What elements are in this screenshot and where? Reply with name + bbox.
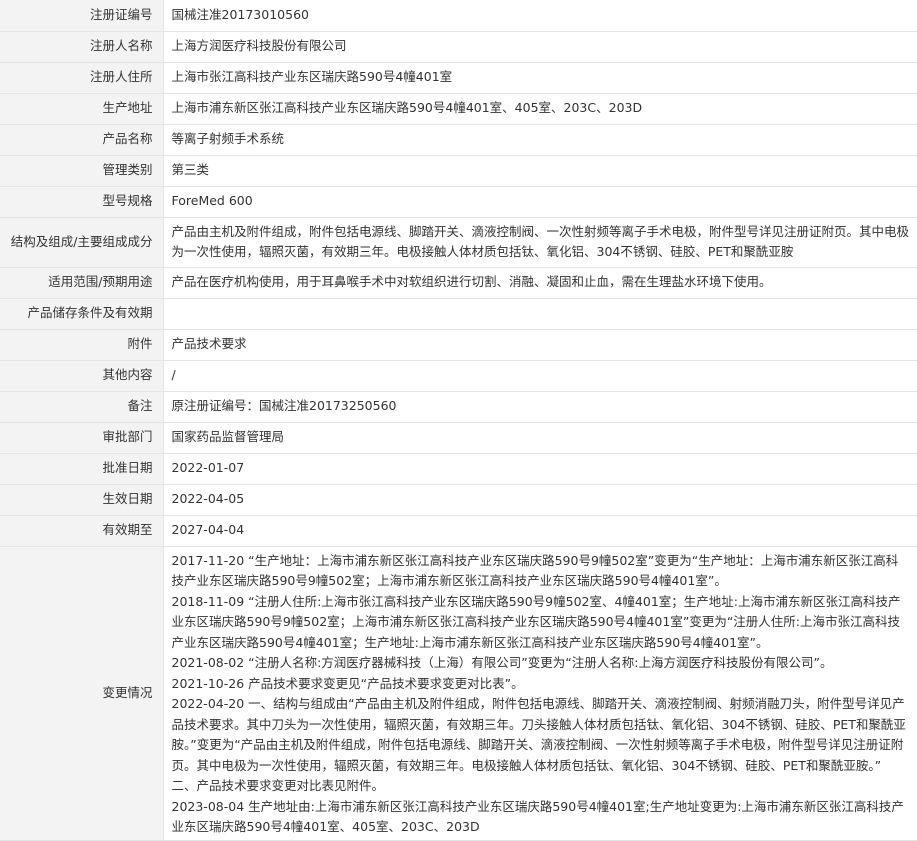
value-production-address: 上海市浦东新区张江高科技产业东区瑞庆路590号4幢401室、405室、203C、…	[163, 93, 917, 125]
row-other-content: 其他内容 /	[0, 360, 917, 392]
change-entry: 2018-11-09 “注册人住所:上海市张江高科技产业东区瑞庆路590号9幢5…	[171, 593, 901, 650]
label-registrant-name: 注册人名称	[0, 31, 164, 63]
row-management-category: 管理类别 第三类	[0, 155, 917, 187]
label-storage-conditions: 产品储存条件及有效期	[0, 298, 164, 330]
row-change-history: 变更情况 2017-11-20 “生产地址：上海市浦东新区张江高科技产业东区瑞庆…	[0, 546, 917, 841]
change-entry: 2021-10-26 产品技术要求变更见“产品技术要求变更对比表”。	[171, 675, 524, 691]
value-expiry-date: 2027-04-04	[163, 515, 917, 547]
value-intended-use: 产品在医疗机构使用，用于耳鼻喉手术中对软组织进行切割、消融、凝固和止血，需在生理…	[163, 267, 917, 299]
label-other-content: 其他内容	[0, 360, 164, 392]
value-management-category: 第三类	[163, 155, 917, 187]
value-effective-date: 2022-04-05	[163, 484, 917, 516]
change-entry: 2017-11-20 “生产地址：上海市浦东新区张江高科技产业东区瑞庆路590号…	[171, 552, 899, 589]
row-intended-use: 适用范围/预期用途 产品在医疗机构使用，用于耳鼻喉手术中对软组织进行切割、消融、…	[0, 267, 917, 299]
row-structure-composition: 结构及组成/主要组成成分 产品由主机及附件组成，附件包括电源线、脚踏开关、滴液控…	[0, 217, 917, 268]
label-effective-date: 生效日期	[0, 484, 164, 516]
label-management-category: 管理类别	[0, 155, 164, 187]
value-remarks: 原注册证编号：国械注准20173250560	[163, 391, 917, 423]
label-intended-use: 适用范围/预期用途	[0, 267, 164, 299]
value-structure-composition: 产品由主机及附件组成，附件包括电源线、脚踏开关、滴液控制阀、一次性射频等离子手术…	[163, 217, 917, 268]
value-registration-number: 国械注准20173010560	[163, 0, 917, 32]
value-attachment: 产品技术要求	[163, 329, 917, 361]
label-remarks: 备注	[0, 391, 164, 423]
row-production-address: 生产地址 上海市浦东新区张江高科技产业东区瑞庆路590号4幢401室、405室、…	[0, 93, 917, 125]
label-approval-department: 审批部门	[0, 422, 164, 454]
label-product-name: 产品名称	[0, 124, 164, 156]
label-production-address: 生产地址	[0, 93, 164, 125]
row-approval-department: 审批部门 国家药品监督管理局	[0, 422, 917, 454]
value-approval-department: 国家药品监督管理局	[163, 422, 917, 454]
row-model-spec: 型号规格 ForeMed 600	[0, 186, 917, 218]
value-model-spec: ForeMed 600	[163, 186, 917, 218]
row-registrant-address: 注册人住所 上海市张江高科技产业东区瑞庆路590号4幢401室	[0, 62, 917, 94]
label-attachment: 附件	[0, 329, 164, 361]
value-other-content: /	[163, 360, 917, 392]
row-registration-number: 注册证编号 国械注准20173010560	[0, 0, 917, 32]
registration-table: 注册证编号 国械注准20173010560 注册人名称 上海方润医疗科技股份有限…	[0, 0, 917, 841]
label-approval-date: 批准日期	[0, 453, 164, 485]
change-entry: 2022-04-20 一、结构与组成由“产品由主机及附件组成，附件包括电源线、脚…	[171, 696, 906, 773]
label-registration-number: 注册证编号	[0, 0, 164, 32]
value-product-name: 等离子射频手术系统	[163, 124, 917, 156]
value-approval-date: 2022-01-07	[163, 453, 917, 485]
label-change-history: 变更情况	[0, 546, 164, 841]
row-effective-date: 生效日期 2022-04-05	[0, 484, 917, 516]
label-expiry-date: 有效期至	[0, 515, 164, 547]
row-approval-date: 批准日期 2022-01-07	[0, 453, 917, 485]
row-expiry-date: 有效期至 2027-04-04	[0, 515, 917, 547]
value-change-history: 2017-11-20 “生产地址：上海市浦东新区张江高科技产业东区瑞庆路590号…	[163, 546, 917, 841]
value-registrant-address: 上海市张江高科技产业东区瑞庆路590号4幢401室	[163, 62, 917, 94]
value-storage-conditions	[163, 298, 917, 330]
row-product-name: 产品名称 等离子射频手术系统	[0, 124, 917, 156]
row-attachment: 附件 产品技术要求	[0, 329, 917, 361]
row-remarks: 备注 原注册证编号：国械注准20173250560	[0, 391, 917, 423]
label-registrant-address: 注册人住所	[0, 62, 164, 94]
label-model-spec: 型号规格	[0, 186, 164, 218]
change-entry: 2021-08-02 “注册人名称:方润医疗器械科技（上海）有限公司”变更为“注…	[171, 655, 833, 670]
value-registrant-name: 上海方润医疗科技股份有限公司	[163, 31, 917, 63]
label-structure-composition: 结构及组成/主要组成成分	[0, 217, 164, 268]
change-entry: 2023-08-04 生产地址由:上海市浦东新区张江高科技产业东区瑞庆路590号…	[171, 798, 904, 835]
change-entry: 二、产品技术要求变更对比表见附件。	[171, 778, 385, 793]
row-registrant-name: 注册人名称 上海方润医疗科技股份有限公司	[0, 31, 917, 63]
row-storage-conditions: 产品储存条件及有效期	[0, 298, 917, 330]
